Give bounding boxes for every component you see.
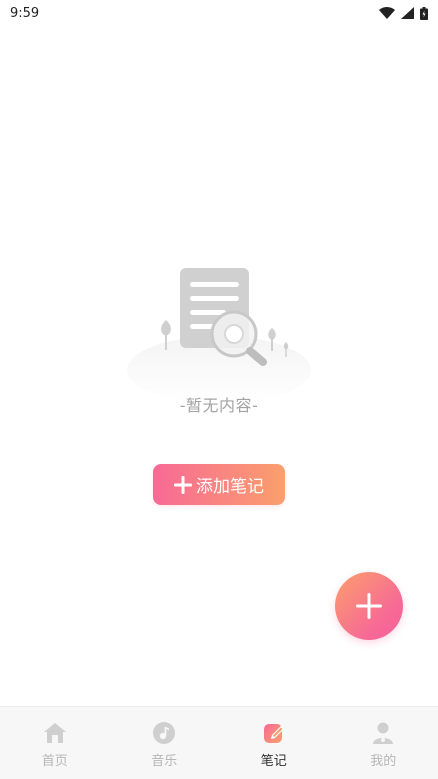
home-icon [42,720,68,746]
bottom-nav: 首页 音乐 笔记 我的 [0,706,438,779]
notes-screen: 9:59 -暂无内容- 添加笔记 首页 音乐 笔记 我的 [0,0,438,779]
cellular-signal-icon [401,7,414,19]
empty-state-text: -暂无内容- [179,396,259,415]
add-note-button[interactable]: 添加笔记 [153,464,285,505]
empty-state-illustration [118,262,318,410]
nav-item-profile[interactable]: 我的 [329,707,438,779]
nav-item-notes[interactable]: 笔记 [219,707,329,779]
music-icon [151,720,177,746]
add-fab-button[interactable] [335,572,403,640]
wifi-icon [379,7,395,19]
status-bar: 9:59 [0,0,438,26]
nav-item-home[interactable]: 首页 [0,707,110,779]
document-search-illustration [127,268,311,404]
battery-icon [420,6,428,20]
nav-label-notes: 笔记 [260,754,287,769]
nav-item-music[interactable]: 音乐 [110,707,220,779]
user-icon [370,720,396,746]
note-icon [261,720,287,746]
nav-label-home: 首页 [41,754,68,769]
nav-label-music: 音乐 [151,754,178,769]
plus-icon [356,593,382,619]
status-icons [379,6,428,20]
plus-icon [174,475,192,494]
add-note-label: 添加笔记 [196,477,264,497]
status-time: 9:59 [10,5,40,21]
nav-label-profile: 我的 [370,754,397,769]
